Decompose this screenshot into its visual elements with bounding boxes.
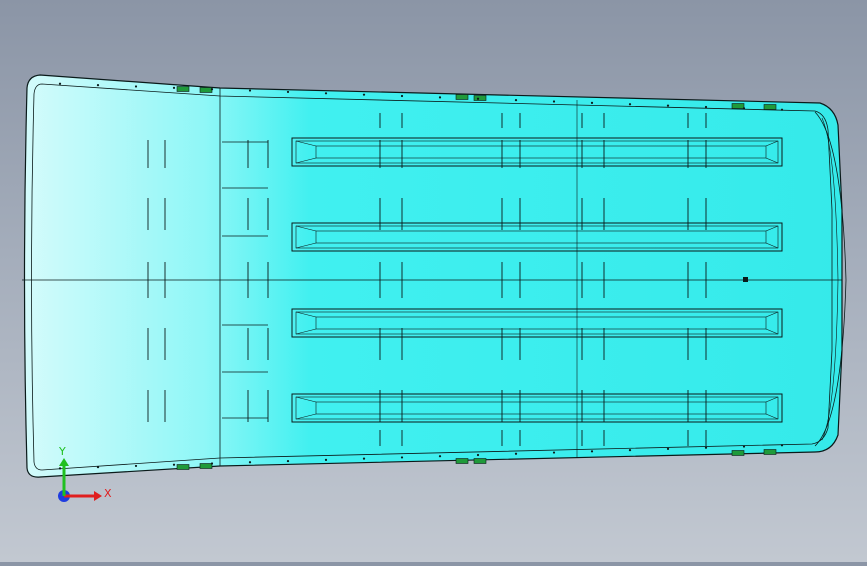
rivet [552,100,556,103]
edge-clip [473,458,487,464]
x-axis-label: X [104,487,112,500]
x-axis-arrowhead-icon [94,491,102,501]
edge-clip [199,87,213,93]
rivet [134,464,138,468]
rivet [704,105,708,109]
edge-clip [731,450,745,456]
rivet [324,92,328,95]
rivet [552,451,556,454]
rivet [400,456,404,459]
rivet [476,453,480,457]
panel-outer-outline [23,74,843,478]
cad-scene[interactable]: X Y [0,0,867,562]
rivet [172,463,176,466]
rivet [742,445,746,448]
rivet [476,97,480,100]
rivet [58,82,62,85]
rivet [362,457,366,460]
y-axis-label: Y [58,445,66,458]
cad-graphics-viewport[interactable]: X Y [0,0,867,562]
rivet [172,86,176,89]
origin-marker-icon [743,277,748,282]
edge-clip [473,95,487,101]
rivet [438,96,442,99]
rivet [780,444,784,447]
edge-clip [763,104,777,110]
edge-clip [763,449,777,455]
rivet [628,103,632,106]
roof-panel-part[interactable] [22,74,847,478]
rivet [666,447,670,451]
rivet [286,459,290,463]
rivet [324,458,328,461]
edge-clip [731,103,745,109]
rivet [590,450,594,453]
rivet [780,108,784,111]
rivet [590,101,594,104]
rivet [362,93,366,96]
rivet [134,85,138,88]
rivet [742,107,746,110]
rivet [514,99,518,102]
rivet [704,446,708,449]
edge-clip [455,94,469,100]
edge-clip [176,86,190,92]
edge-clip [199,463,213,469]
rivet [210,462,214,465]
rivet [210,88,214,91]
rivet [400,94,404,98]
rivet [666,104,670,107]
rivet [248,461,252,464]
rivet [248,89,252,92]
rivet [96,83,100,87]
rivet [514,452,518,455]
rivet [286,90,290,94]
rivet [438,455,442,458]
edge-clip [455,458,469,464]
rivet [58,467,62,470]
rivet [628,449,632,452]
edge-clip [176,464,190,470]
rivet [96,466,100,469]
